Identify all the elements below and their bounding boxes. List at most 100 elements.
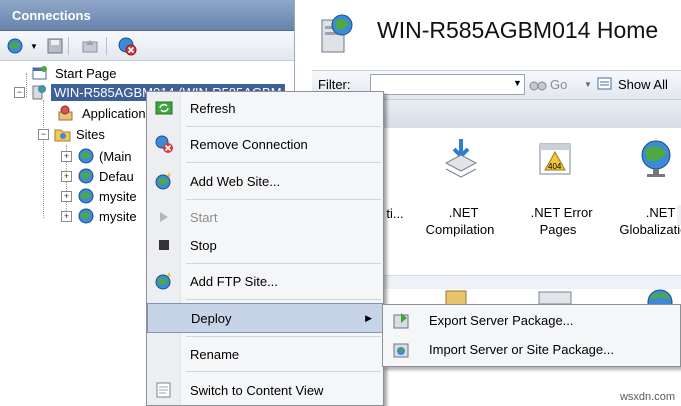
chevron-down-icon[interactable]: ▼ [513,78,522,88]
tree-item-label: Sites [76,126,105,142]
menu-item-add-web-site[interactable]: Add Web Site... [147,166,383,196]
server-icon [32,85,46,100]
tree-item-site[interactable]: + mysite [61,186,137,206]
menu-separator [186,371,381,372]
feature-label: .NET Error Pages [530,205,593,237]
menu-item-label: Deploy [191,310,232,326]
menu-item-refresh[interactable]: Refresh [147,93,383,123]
menu-item-rename[interactable]: Rename [147,339,383,369]
menu-item-add-ftp-site[interactable]: Add FTP Site... [147,266,383,296]
tree-item-label: Start Page [55,65,117,81]
watermark: wsxdn.com [619,391,675,403]
feature-net-compilation[interactable]: .NET Compilation [420,187,500,238]
export-package-icon [383,311,419,331]
refresh-icon [147,100,181,116]
chevron-down-icon[interactable]: ▼ [584,80,592,89]
collapse-icon[interactable]: − [14,86,25,98]
start-page-icon [32,66,47,80]
filter-label: Filter: [318,77,351,92]
feature-net-globalization[interactable]: .NET Globalization [612,187,681,238]
menu-item-stop[interactable]: Stop [147,230,383,260]
menu-item-label: Add FTP Site... [190,273,278,289]
add-ftp-icon [147,271,181,291]
tree-item-site[interactable]: + mysite [61,206,137,226]
application-pools-icon [58,105,73,121]
menu-separator [186,199,381,200]
menu-item-switch-to-content-view[interactable]: Switch to Content View [147,375,383,405]
submenu-item-export-server-package[interactable]: Export Server Package... [383,306,680,335]
tree-item-site[interactable]: + Defau [61,166,134,186]
toolbar-separator [106,37,107,55]
stop-icon [147,239,181,251]
add-website-icon [147,171,181,191]
server-home-icon [316,12,356,59]
show-all-icon [597,77,612,90]
svg-text:404: 404 [548,162,562,171]
content-view-icon [147,381,181,399]
go-label: Go [550,76,568,92]
feature-net-error-pages[interactable]: .NET Error Pages [518,187,598,238]
binoculars-icon [529,81,547,91]
go-button[interactable]: Go [529,76,567,92]
chevron-down-icon[interactable]: ▼ [30,42,38,51]
play-icon [147,211,181,223]
import-package-icon [383,340,419,360]
save-button[interactable] [44,35,66,57]
website-globe-icon [78,148,94,164]
expand-icon[interactable]: + [61,190,72,202]
menu-item-label: Rename [190,346,240,362]
tree-item-site[interactable]: + (Main [61,146,132,166]
save-icon [47,38,63,54]
feature-label: .NET Compilation [425,205,495,237]
menu-item-deploy[interactable]: Deploy ▶ [147,303,383,333]
tree-item-label: mysite [99,208,137,224]
menu-item-label: Add Web Site... [190,173,281,189]
folder-up-icon [82,40,98,53]
tree-item-start-page[interactable]: Start Page [30,63,116,83]
tree-line [43,100,44,218]
toolbar-separator [68,37,69,55]
error-pages-icon: 404 [538,140,574,183]
sites-folder-icon [54,129,71,142]
expand-icon[interactable]: + [61,210,72,222]
menu-item-label: Stop [190,237,217,253]
page-title: WIN-R585AGBM014 Home [377,17,659,43]
show-all-label: Show All [618,76,668,92]
collapse-icon[interactable]: − [38,128,49,140]
globe-connect-icon [7,38,23,54]
up-level-button[interactable] [79,35,101,57]
submenu-item-label: Import Server or Site Package... [429,342,614,357]
show-all-button[interactable]: Show All [596,76,668,92]
tree-item-sites[interactable]: − Sites [38,124,105,144]
menu-separator [186,263,381,264]
menu-item-remove-connection[interactable]: Remove Connection [147,129,383,159]
filter-input[interactable] [370,74,525,95]
menu-item-start[interactable]: Start [147,202,383,232]
feature-authentication[interactable]: ti... [380,205,410,222]
submenu-arrow-icon: ▶ [365,313,372,323]
scrollbar-edge[interactable] [677,205,681,225]
menu-item-label: Remove Connection [190,136,308,152]
globe-icon [637,138,675,183]
expand-icon[interactable]: + [61,150,72,162]
submenu-item-import-package[interactable]: Import Server or Site Package... [383,335,680,364]
tree-item-application-pools[interactable]: Application [56,103,146,123]
tree-item-label: mysite [99,188,137,204]
website-globe-icon [78,208,94,224]
website-globe-icon [78,168,94,184]
menu-item-label: Start [190,209,218,225]
tree-item-label: (Main [99,148,132,164]
connect-globe-button[interactable] [5,35,27,57]
feature-label: ti... [386,206,404,221]
menu-separator [186,126,381,127]
menu-separator [186,299,381,300]
tree-item-label: Defau [99,168,134,184]
expand-icon[interactable]: + [61,170,72,182]
menu-item-label: Refresh [190,100,236,116]
menu-separator [186,336,381,337]
disconnect-button[interactable] [116,35,138,57]
feature-label: .NET Globalization [619,205,681,237]
website-globe-icon [78,188,94,204]
submenu-item-label: Export Server Package... [429,313,574,328]
connections-title: Connections [12,8,91,23]
